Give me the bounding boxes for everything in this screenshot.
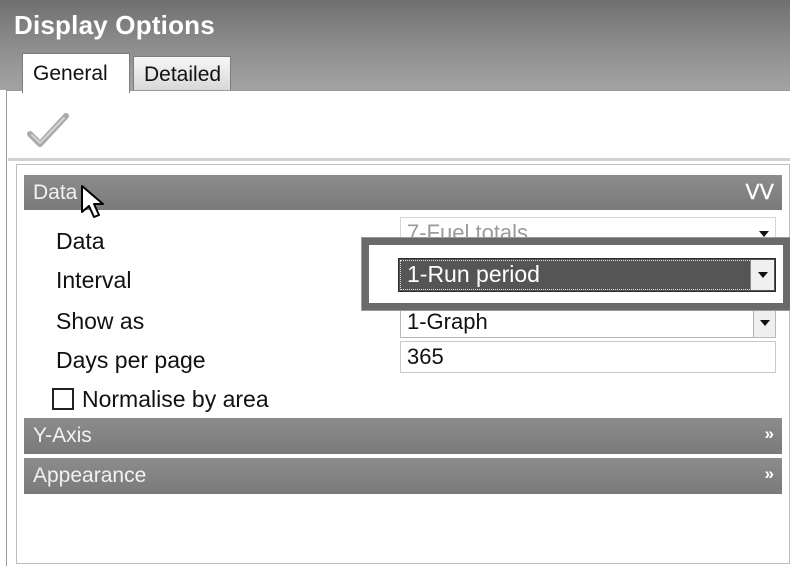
show-as-select[interactable]: 1-Graph bbox=[400, 306, 776, 338]
chevron-right-icon: » bbox=[764, 464, 774, 483]
mouse-pointer-icon bbox=[81, 185, 104, 218]
chevron-up-icon: ⋁⋁ bbox=[745, 181, 774, 200]
toolbar-divider bbox=[8, 158, 790, 161]
section-label-data: Data bbox=[33, 181, 78, 204]
interval-select-value: 1-Run period bbox=[407, 261, 540, 287]
normalise-checkbox-row[interactable]: Normalise by area bbox=[52, 386, 269, 413]
chevron-down-icon[interactable] bbox=[753, 307, 775, 337]
section-label-y-axis: Y-Axis bbox=[33, 424, 92, 447]
section-header-appearance[interactable]: Appearance » bbox=[24, 458, 782, 494]
normalise-checkbox-label: Normalise by area bbox=[82, 386, 269, 412]
field-label-data: Data bbox=[56, 228, 105, 254]
tab-general[interactable]: General bbox=[22, 53, 130, 93]
section-label-appearance: Appearance bbox=[33, 464, 147, 487]
normalise-checkbox[interactable] bbox=[52, 388, 74, 410]
tab-detailed[interactable]: Detailed bbox=[133, 56, 231, 90]
apply-button[interactable] bbox=[22, 108, 78, 156]
dialog-title: Display Options bbox=[14, 10, 215, 40]
chevron-down-icon[interactable] bbox=[750, 260, 774, 290]
interval-select[interactable]: 1-Run period bbox=[398, 258, 776, 292]
field-label-interval: Interval bbox=[56, 267, 132, 293]
show-as-select-value: 1-Graph bbox=[407, 309, 488, 334]
checkmark-icon bbox=[27, 113, 69, 147]
section-header-y-axis[interactable]: Y-Axis » bbox=[24, 418, 782, 454]
field-label-days-per-page: Days per page bbox=[56, 347, 206, 373]
field-label-show-as: Show as bbox=[56, 308, 145, 334]
days-per-page-input[interactable]: 365 bbox=[400, 341, 776, 373]
chevron-right-icon: » bbox=[764, 424, 774, 443]
section-header-data[interactable]: Data ⋁⋁ bbox=[24, 175, 782, 210]
